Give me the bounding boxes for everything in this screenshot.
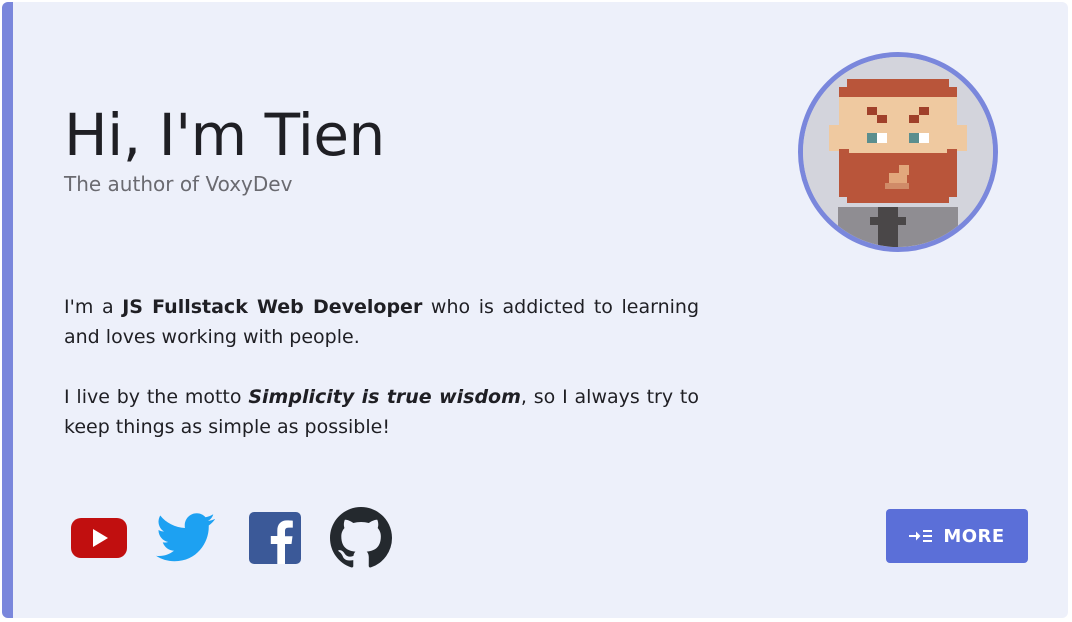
github-icon	[330, 507, 392, 568]
profile-card: Hi, I'm Tien The author of VoxyDev I'm a…	[2, 2, 1068, 618]
indent-list-icon	[909, 528, 933, 544]
page-title: Hi, I'm Tien	[64, 101, 385, 169]
facebook-icon	[249, 512, 301, 564]
accent-bar	[2, 2, 13, 618]
youtube-icon	[71, 518, 127, 558]
github-link[interactable]	[328, 507, 394, 569]
more-button-label: MORE	[943, 525, 1005, 547]
bio-paragraph-2: I live by the motto Simplicity is true w…	[64, 382, 699, 442]
more-button[interactable]: MORE	[886, 509, 1028, 563]
bio: I'm a JS Fullstack Web Developer who is …	[64, 292, 699, 472]
bio-motto: Simplicity is true wisdom	[248, 386, 521, 408]
facebook-link[interactable]	[246, 507, 304, 569]
twitter-link[interactable]	[154, 507, 218, 569]
twitter-icon	[156, 513, 215, 562]
pixel-art-avatar-icon	[803, 57, 993, 247]
bio-paragraph-1: I'm a JS Fullstack Web Developer who is …	[64, 292, 699, 352]
avatar	[798, 52, 998, 252]
bio-text: I'm a	[64, 296, 123, 318]
bio-text: I live by the motto	[64, 386, 249, 408]
subtitle: The author of VoxyDev	[64, 172, 293, 196]
bio-role: JS Fullstack Web Developer	[122, 296, 423, 318]
youtube-link[interactable]	[68, 507, 130, 569]
